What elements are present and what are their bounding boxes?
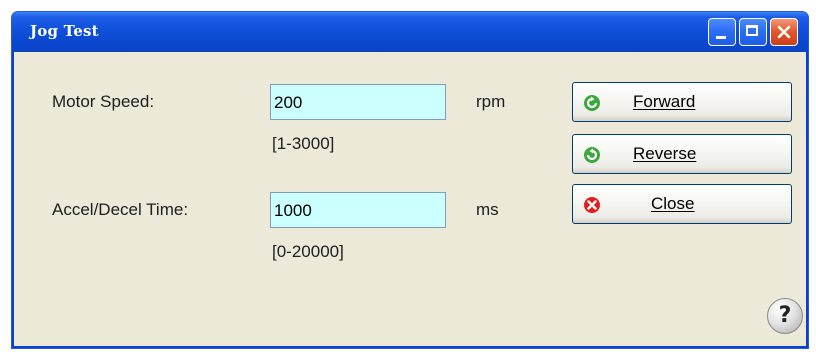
close-x-icon xyxy=(584,197,600,213)
close-window-button[interactable] xyxy=(770,18,798,46)
help-button[interactable]: ? xyxy=(767,298,803,334)
motor-speed-label: Motor Speed: xyxy=(52,92,155,111)
motor-speed-input[interactable]: 200 xyxy=(270,84,446,120)
maximize-button[interactable] xyxy=(739,18,767,46)
motor-speed-range: [1-3000] xyxy=(272,134,335,153)
forward-button[interactable]: Forward xyxy=(572,82,792,122)
help-icon: ? xyxy=(778,303,792,328)
motor-speed-unit: rpm xyxy=(476,92,506,111)
window-title: Jog Test xyxy=(30,22,99,40)
accel-decel-label: Accel/Decel Time: xyxy=(52,200,189,219)
title-bar[interactable]: Jog Test xyxy=(12,12,808,52)
forward-label: Forward xyxy=(633,92,696,111)
minimize-button[interactable] xyxy=(708,18,736,46)
reverse-label: Reverse xyxy=(633,144,697,163)
close-label: Close xyxy=(651,194,695,213)
arrow-reverse-icon xyxy=(584,147,600,163)
accel-decel-unit: ms xyxy=(476,200,499,219)
reverse-button[interactable]: Reverse xyxy=(572,134,792,174)
close-button[interactable]: Close xyxy=(572,184,792,224)
arrow-forward-icon xyxy=(584,95,600,111)
accel-decel-input[interactable]: 1000 xyxy=(270,192,446,228)
jog-test-window: Jog Test Motor Speed: 200 rpm [1-3000] A… xyxy=(12,12,808,348)
close-icon xyxy=(777,25,791,39)
accel-decel-range: [0-20000] xyxy=(272,242,344,261)
